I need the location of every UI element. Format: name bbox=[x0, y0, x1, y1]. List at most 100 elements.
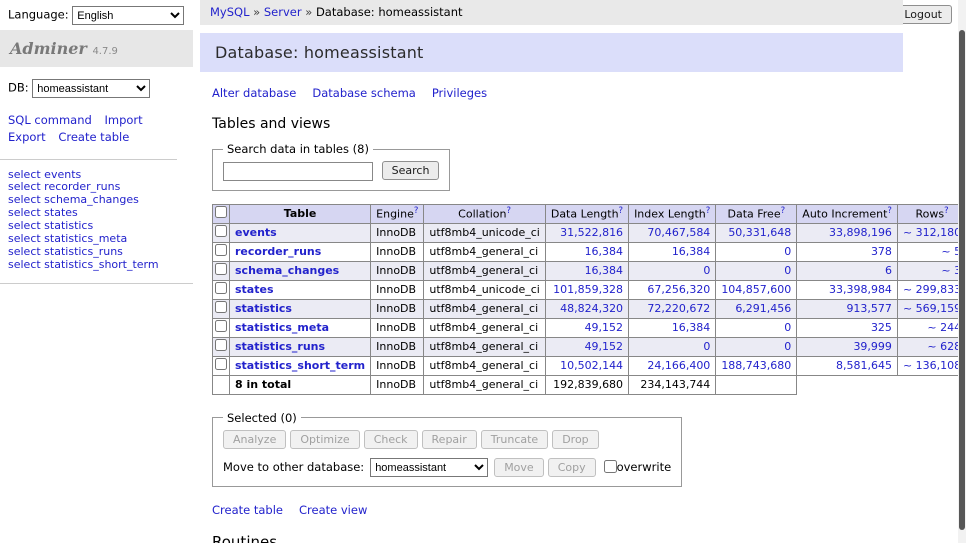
sidebar-action-sql-command[interactable]: SQL command bbox=[8, 113, 92, 127]
auto-increment-cell[interactable]: 6 bbox=[797, 261, 898, 280]
help-icon[interactable]: ? bbox=[619, 206, 624, 216]
table-name-link[interactable]: recorder_runs bbox=[235, 245, 321, 258]
check-button[interactable]: Check bbox=[364, 430, 418, 449]
sidebar-link-select-recorder_runs[interactable]: select recorder_runs bbox=[8, 180, 120, 193]
rows-cell[interactable]: ~ 299,833 bbox=[897, 280, 966, 299]
help-icon[interactable]: ? bbox=[706, 206, 711, 216]
rows-cell[interactable]: ~ 628 bbox=[897, 337, 966, 356]
index-length-cell[interactable]: 24,166,400 bbox=[629, 356, 716, 375]
row-checkbox[interactable] bbox=[215, 301, 227, 313]
row-checkbox[interactable] bbox=[215, 320, 227, 332]
table-name-link[interactable]: statistics bbox=[235, 302, 292, 315]
language-select[interactable]: English bbox=[72, 6, 184, 25]
index-length-cell[interactable]: 72,220,672 bbox=[629, 299, 716, 318]
drop-button[interactable]: Drop bbox=[552, 430, 598, 449]
search-input[interactable] bbox=[223, 162, 373, 181]
data-free-cell[interactable]: 104,857,600 bbox=[716, 280, 797, 299]
data-free-cell[interactable]: 0 bbox=[716, 261, 797, 280]
index-length-cell[interactable]: 70,467,584 bbox=[629, 223, 716, 242]
sidebar-link-select-statistics[interactable]: select statistics bbox=[8, 219, 93, 232]
table-name-link[interactable]: statistics_short_term bbox=[235, 359, 365, 372]
rows-cell[interactable]: ~ 3 bbox=[897, 261, 966, 280]
data-length-cell[interactable]: 49,152 bbox=[545, 318, 628, 337]
data-length-cell[interactable]: 48,824,320 bbox=[545, 299, 628, 318]
index-length-cell[interactable]: 16,384 bbox=[629, 318, 716, 337]
move-button[interactable]: Move bbox=[494, 458, 544, 477]
overwrite-checkbox[interactable] bbox=[604, 460, 617, 473]
sidebar-link-select-statistics_runs[interactable]: select statistics_runs bbox=[8, 245, 123, 258]
alter-database-link[interactable]: Alter database bbox=[212, 86, 296, 100]
table-name-link[interactable]: statistics_runs bbox=[235, 340, 325, 353]
help-icon[interactable]: ? bbox=[887, 206, 892, 216]
auto-increment-cell[interactable]: 325 bbox=[797, 318, 898, 337]
table-name-link[interactable]: statistics_meta bbox=[235, 321, 329, 334]
sidebar-link-select-statistics_short_term[interactable]: select statistics_short_term bbox=[8, 258, 159, 271]
row-checkbox[interactable] bbox=[215, 358, 227, 370]
rows-cell[interactable]: ~ 5 bbox=[897, 242, 966, 261]
sidebar-link-select-statistics_meta[interactable]: select statistics_meta bbox=[8, 232, 127, 245]
vertical-scrollbar[interactable] bbox=[958, 0, 966, 543]
data-free-cell[interactable]: 50,331,648 bbox=[716, 223, 797, 242]
table-name-link[interactable]: schema_changes bbox=[235, 264, 339, 277]
row-checkbox[interactable] bbox=[215, 282, 227, 294]
help-icon[interactable]: ? bbox=[414, 206, 419, 216]
data-free-cell[interactable]: 0 bbox=[716, 242, 797, 261]
database-schema-link[interactable]: Database schema bbox=[312, 86, 415, 100]
breadcrumb-link-server[interactable]: Server bbox=[264, 5, 302, 19]
breadcrumb-link-mysql[interactable]: MySQL bbox=[210, 5, 250, 19]
help-icon[interactable]: ? bbox=[944, 206, 949, 216]
rows-cell[interactable]: ~ 244 bbox=[897, 318, 966, 337]
data-length-cell[interactable]: 31,522,816 bbox=[545, 223, 628, 242]
sidebar-action-import[interactable]: Import bbox=[104, 113, 142, 127]
create-table-link[interactable]: Create table bbox=[212, 503, 283, 517]
row-checkbox[interactable] bbox=[215, 244, 227, 256]
index-length-cell[interactable]: 16,384 bbox=[629, 242, 716, 261]
auto-increment-cell[interactable]: 39,999 bbox=[797, 337, 898, 356]
data-free-cell[interactable]: 6,291,456 bbox=[716, 299, 797, 318]
row-checkbox[interactable] bbox=[215, 339, 227, 351]
auto-increment-cell[interactable]: 8,581,645 bbox=[797, 356, 898, 375]
index-length-cell[interactable]: 0 bbox=[629, 337, 716, 356]
row-checkbox[interactable] bbox=[215, 225, 227, 237]
data-length-cell[interactable]: 101,859,328 bbox=[545, 280, 628, 299]
sidebar-action-create-table[interactable]: Create table bbox=[58, 130, 129, 144]
select-all-checkbox[interactable] bbox=[215, 206, 227, 218]
table-name-link[interactable]: states bbox=[235, 283, 274, 296]
auto-increment-cell[interactable]: 378 bbox=[797, 242, 898, 261]
table-name-link[interactable]: events bbox=[235, 226, 277, 239]
help-icon[interactable]: ? bbox=[781, 206, 786, 216]
analyze-button[interactable]: Analyze bbox=[223, 430, 286, 449]
rows-cell[interactable]: ~ 569,159 bbox=[897, 299, 966, 318]
rows-cell[interactable]: ~ 136,108 bbox=[897, 356, 966, 375]
data-length-cell[interactable]: 49,152 bbox=[545, 337, 628, 356]
data-free-cell[interactable]: 0 bbox=[716, 337, 797, 356]
rows-cell[interactable]: ~ 312,180 bbox=[897, 223, 966, 242]
row-checkbox[interactable] bbox=[215, 263, 227, 275]
optimize-button[interactable]: Optimize bbox=[290, 430, 359, 449]
repair-button[interactable]: Repair bbox=[422, 430, 477, 449]
truncate-button[interactable]: Truncate bbox=[481, 430, 548, 449]
create-view-link[interactable]: Create view bbox=[299, 503, 367, 517]
auto-increment-cell[interactable]: 33,398,984 bbox=[797, 280, 898, 299]
search-button[interactable]: Search bbox=[382, 161, 440, 180]
privileges-link[interactable]: Privileges bbox=[432, 86, 487, 100]
sidebar-action-export[interactable]: Export bbox=[8, 130, 46, 144]
sidebar-link-select-states[interactable]: select states bbox=[8, 206, 78, 219]
adminer-logo-link[interactable]: Adminer bbox=[10, 39, 87, 58]
data-free-cell[interactable]: 188,743,680 bbox=[716, 356, 797, 375]
data-length-cell[interactable]: 16,384 bbox=[545, 261, 628, 280]
copy-button[interactable]: Copy bbox=[548, 458, 596, 477]
sidebar-link-select-schema_changes[interactable]: select schema_changes bbox=[8, 193, 139, 206]
db-select[interactable]: homeassistant bbox=[32, 79, 150, 98]
index-length-cell[interactable]: 67,256,320 bbox=[629, 280, 716, 299]
auto-increment-cell[interactable]: 33,898,196 bbox=[797, 223, 898, 242]
data-free-cell[interactable]: 0 bbox=[716, 318, 797, 337]
data-length-cell[interactable]: 10,502,144 bbox=[545, 356, 628, 375]
data-length-cell[interactable]: 16,384 bbox=[545, 242, 628, 261]
move-db-select[interactable]: homeassistant bbox=[370, 458, 488, 477]
scrollbar-thumb[interactable] bbox=[959, 30, 965, 530]
sidebar-link-select-events[interactable]: select events bbox=[8, 168, 81, 181]
index-length-cell[interactable]: 0 bbox=[629, 261, 716, 280]
auto-increment-cell[interactable]: 913,577 bbox=[797, 299, 898, 318]
help-icon[interactable]: ? bbox=[507, 206, 512, 216]
